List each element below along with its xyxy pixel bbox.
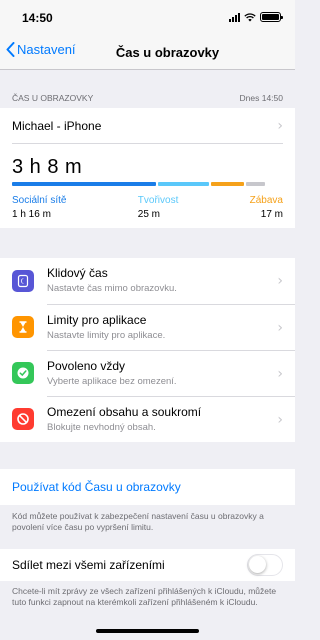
use-passcode-link[interactable]: Používat kód Času u obrazovky bbox=[12, 480, 181, 494]
row-title: Limity pro aplikace bbox=[47, 313, 147, 327]
updated-time: Dnes 14:50 bbox=[239, 93, 283, 103]
status-bar: 14:50 bbox=[0, 0, 295, 36]
category-legend: Sociální sítě 1 h 16 m Tvořivost 25 m Zá… bbox=[12, 195, 283, 220]
row-title: Klidový čas bbox=[47, 266, 108, 280]
usage-section-header: ČAS U OBRAZOVKY Dnes 14:50 bbox=[12, 93, 283, 103]
category-time: 25 m bbox=[137, 209, 161, 220]
row-subtitle: Nastavte limity pro aplikace. bbox=[47, 330, 166, 341]
chevron-right-icon: › bbox=[277, 117, 283, 134]
category-name: Sociální sítě bbox=[12, 195, 67, 206]
usage-bar-segment bbox=[246, 182, 265, 186]
battery-icon bbox=[260, 12, 283, 22]
chevron-right-icon: › bbox=[277, 366, 283, 382]
status-icons bbox=[229, 12, 283, 22]
category-time: 17 m bbox=[260, 209, 283, 220]
category-name: Tvořivost bbox=[137, 195, 179, 206]
category-creativity: Tvořivost 25 m bbox=[138, 195, 179, 220]
home-indicator bbox=[96, 629, 199, 633]
row-always-allowed[interactable]: Povoleno vždy Vyberte aplikace bez omeze… bbox=[0, 350, 295, 396]
total-screen-time: 3 h 8 m bbox=[12, 156, 83, 178]
category-name: Zábava bbox=[249, 195, 283, 206]
share-card: Sdílet mezi všemi zařízeními bbox=[0, 549, 295, 581]
chevron-right-icon: › bbox=[277, 320, 283, 336]
no-entry-icon bbox=[12, 408, 34, 430]
share-toggle[interactable] bbox=[247, 554, 283, 576]
moon-icon bbox=[12, 270, 34, 292]
section-label: ČAS U OBRAZOVKY bbox=[12, 93, 94, 103]
hourglass-icon bbox=[12, 316, 34, 338]
usage-bar-segment bbox=[158, 182, 209, 186]
chevron-right-icon: › bbox=[277, 412, 283, 428]
navigation-bar: Nastavení Čas u obrazovky bbox=[0, 36, 295, 70]
row-title: Omezení obsahu a soukromí bbox=[47, 405, 202, 419]
row-subtitle: Vyberte aplikace bez omezení. bbox=[47, 376, 177, 387]
chevron-right-icon: › bbox=[277, 273, 283, 289]
status-time: 14:50 bbox=[22, 11, 53, 25]
row-title: Povoleno vždy bbox=[47, 359, 126, 373]
share-footnote: Chcete-li mít zprávy ze všech zařízení p… bbox=[12, 586, 277, 607]
settings-list: Klidový čas Nastavte čas mimo obrazovku.… bbox=[0, 258, 295, 442]
usage-bar-segment bbox=[211, 182, 244, 186]
usage-bar-chart bbox=[12, 182, 265, 186]
row-subtitle: Blokujte nevhodný obsah. bbox=[47, 422, 156, 433]
category-social: Sociální sítě 1 h 16 m bbox=[12, 195, 66, 220]
device-row[interactable]: Michael - iPhone › bbox=[12, 108, 283, 144]
device-name: Michael - iPhone bbox=[12, 118, 102, 133]
passcode-footnote: Kód můžete používat k zabezpečení nastav… bbox=[12, 511, 264, 532]
page-title: Čas u obrazovky bbox=[115, 45, 220, 60]
row-subtitle: Nastavte čas mimo obrazovku. bbox=[47, 283, 177, 294]
share-label: Sdílet mezi všemi zařízeními bbox=[12, 558, 165, 572]
row-app-limits[interactable]: Limity pro aplikace Nastavte limity pro … bbox=[0, 304, 295, 350]
usage-bar-segment bbox=[12, 182, 156, 186]
checkmark-icon bbox=[12, 362, 34, 384]
cellular-signal-icon bbox=[229, 12, 240, 22]
category-entertainment: Zábava 17 m bbox=[250, 195, 283, 220]
toggle-knob bbox=[249, 556, 266, 573]
wifi-icon bbox=[244, 12, 256, 21]
category-time: 1 h 16 m bbox=[12, 209, 51, 220]
row-content-privacy[interactable]: Omezení obsahu a soukromí Blokujte nevho… bbox=[0, 396, 295, 442]
row-downtime[interactable]: Klidový čas Nastavte čas mimo obrazovku.… bbox=[0, 258, 295, 304]
passcode-card: Používat kód Času u obrazovky bbox=[0, 469, 295, 505]
